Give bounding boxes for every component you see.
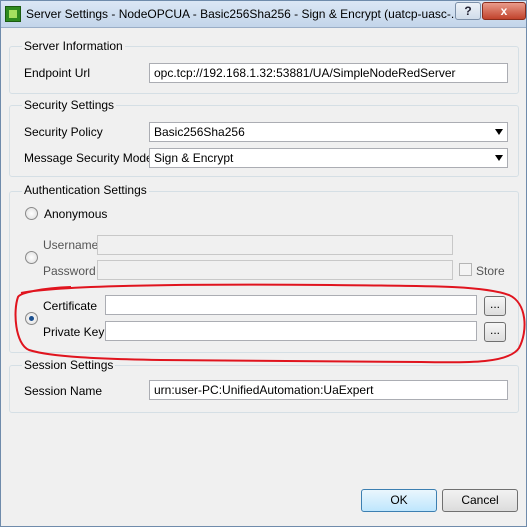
username-field[interactable] bbox=[97, 235, 453, 255]
anonymous-radio[interactable] bbox=[25, 207, 38, 220]
security-settings-title: Security Settings bbox=[22, 98, 117, 112]
password-label: Password bbox=[43, 264, 96, 278]
store-checkbox[interactable] bbox=[459, 263, 472, 276]
certificate-browse-button[interactable]: ... bbox=[484, 296, 506, 316]
title-bar[interactable]: Server Settings - NodeOPCUA - Basic256Sh… bbox=[1, 1, 526, 28]
username-password-radio[interactable] bbox=[25, 251, 38, 264]
private-key-field[interactable] bbox=[105, 321, 477, 341]
certificate-label: Certificate bbox=[43, 299, 98, 313]
certificate-radio[interactable] bbox=[25, 312, 38, 325]
store-label[interactable]: Store bbox=[476, 264, 505, 278]
message-security-mode-label: Message Security Mode bbox=[24, 151, 153, 165]
private-key-browse-button[interactable]: ... bbox=[484, 322, 506, 342]
anonymous-label[interactable]: Anonymous bbox=[44, 207, 107, 221]
authentication-settings-title: Authentication Settings bbox=[22, 183, 149, 197]
endpoint-url-label: Endpoint Url bbox=[24, 66, 91, 80]
session-settings-title: Session Settings bbox=[22, 358, 116, 372]
server-settings-dialog: Server Settings - NodeOPCUA - Basic256Sh… bbox=[0, 0, 527, 527]
window-title: Server Settings - NodeOPCUA - Basic256Sh… bbox=[26, 7, 456, 21]
cancel-button[interactable]: Cancel bbox=[442, 489, 518, 512]
security-policy-label: Security Policy bbox=[24, 125, 103, 139]
endpoint-url-field[interactable]: opc.tcp://192.168.1.32:53881/UA/SimpleNo… bbox=[149, 63, 508, 83]
close-button[interactable]: x bbox=[482, 2, 526, 20]
server-information-title: Server Information bbox=[22, 39, 125, 53]
chevron-down-icon bbox=[495, 129, 503, 135]
message-security-mode-select[interactable]: Sign & Encrypt bbox=[149, 148, 508, 168]
ok-button[interactable]: OK bbox=[361, 489, 437, 512]
chevron-down-icon bbox=[495, 155, 503, 161]
help-button[interactable]: ? bbox=[455, 2, 481, 20]
security-policy-value: Basic256Sha256 bbox=[154, 125, 245, 139]
session-name-field[interactable]: urn:user-PC:UnifiedAutomation:UaExpert bbox=[149, 380, 508, 400]
app-icon bbox=[5, 6, 21, 22]
private-key-label: Private Key bbox=[43, 325, 105, 339]
username-label: Username bbox=[43, 238, 99, 252]
password-field[interactable] bbox=[97, 260, 453, 280]
message-security-mode-value: Sign & Encrypt bbox=[154, 151, 234, 165]
session-name-label: Session Name bbox=[24, 384, 103, 398]
security-policy-select[interactable]: Basic256Sha256 bbox=[149, 122, 508, 142]
certificate-field[interactable] bbox=[105, 295, 477, 315]
